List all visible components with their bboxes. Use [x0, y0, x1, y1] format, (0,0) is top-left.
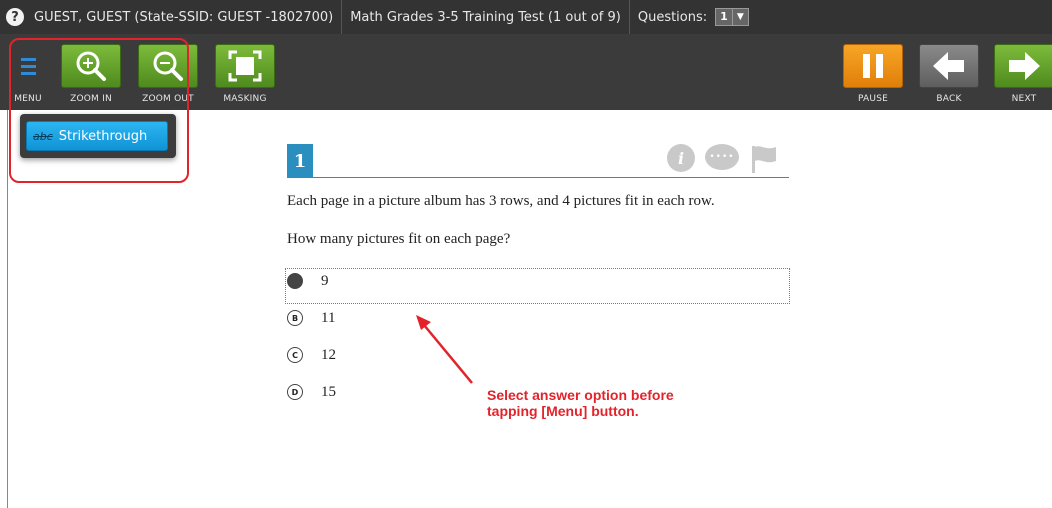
question-number: 1: [287, 144, 313, 178]
pause-label: PAUSE: [858, 94, 888, 104]
flag-icon[interactable]: [749, 144, 779, 174]
answer-option-a[interactable]: 9: [287, 271, 329, 291]
back-label: BACK: [936, 94, 962, 104]
radio-selected-icon[interactable]: [287, 273, 303, 289]
annotation-highlight-box: [9, 38, 189, 183]
comment-icon[interactable]: ••••: [705, 144, 739, 170]
chevron-down-icon[interactable]: ▼: [732, 8, 749, 26]
question-select-value[interactable]: 1: [715, 8, 733, 26]
annotation-line-1: Select answer option before: [487, 387, 674, 403]
annotation-line-2: tapping [Menu] button.: [487, 403, 639, 419]
questions-label: Questions:: [637, 9, 708, 25]
radio-b-icon[interactable]: B: [287, 310, 303, 326]
arrow-left-icon[interactable]: [919, 44, 979, 88]
option-text: 15: [321, 383, 336, 400]
annotation-text: Select answer option before tapping [Men…: [487, 387, 674, 419]
option-text: 11: [321, 309, 336, 326]
student-info: GUEST, GUEST (State-SSID: GUEST -1802700…: [34, 0, 343, 34]
answer-option-d[interactable]: D 15: [287, 382, 336, 402]
question-stem-line-1: Each page in a picture album has 3 rows,…: [287, 193, 715, 209]
selected-option-outline: [285, 268, 790, 304]
pause-button[interactable]: PAUSE: [842, 44, 904, 104]
radio-c-icon[interactable]: C: [287, 347, 303, 363]
answer-option-c[interactable]: C 12: [287, 345, 336, 365]
questions-nav: Questions: 1 ▼: [630, 0, 757, 34]
back-button[interactable]: BACK: [918, 44, 980, 104]
arrow-right-icon[interactable]: [994, 44, 1052, 88]
info-icon[interactable]: i: [667, 144, 695, 172]
option-text: 9: [321, 272, 329, 289]
next-button[interactable]: NEXT: [993, 44, 1052, 104]
radio-d-icon[interactable]: D: [287, 384, 303, 400]
question-stem-line-2: How many pictures fit on each page?: [287, 231, 511, 247]
test-name: Math Grades 3-5 Training Test (1 out of …: [342, 0, 630, 34]
help-icon[interactable]: ?: [6, 8, 24, 26]
masking-label: MASKING: [223, 94, 267, 104]
masking-button[interactable]: MASKING: [214, 44, 276, 104]
annotation-arrow-icon: [416, 315, 473, 384]
next-label: NEXT: [1011, 94, 1037, 104]
left-divider: [7, 110, 8, 508]
masking-icon[interactable]: [215, 44, 275, 88]
option-text: 12: [321, 346, 336, 363]
question-select[interactable]: 1 ▼: [715, 7, 749, 27]
pause-icon[interactable]: [843, 44, 903, 88]
question-header: 1 i ••••: [287, 140, 789, 178]
top-info-bar: ? GUEST, GUEST (State-SSID: GUEST -18027…: [0, 0, 1052, 34]
answer-option-b[interactable]: B 11: [287, 308, 335, 328]
